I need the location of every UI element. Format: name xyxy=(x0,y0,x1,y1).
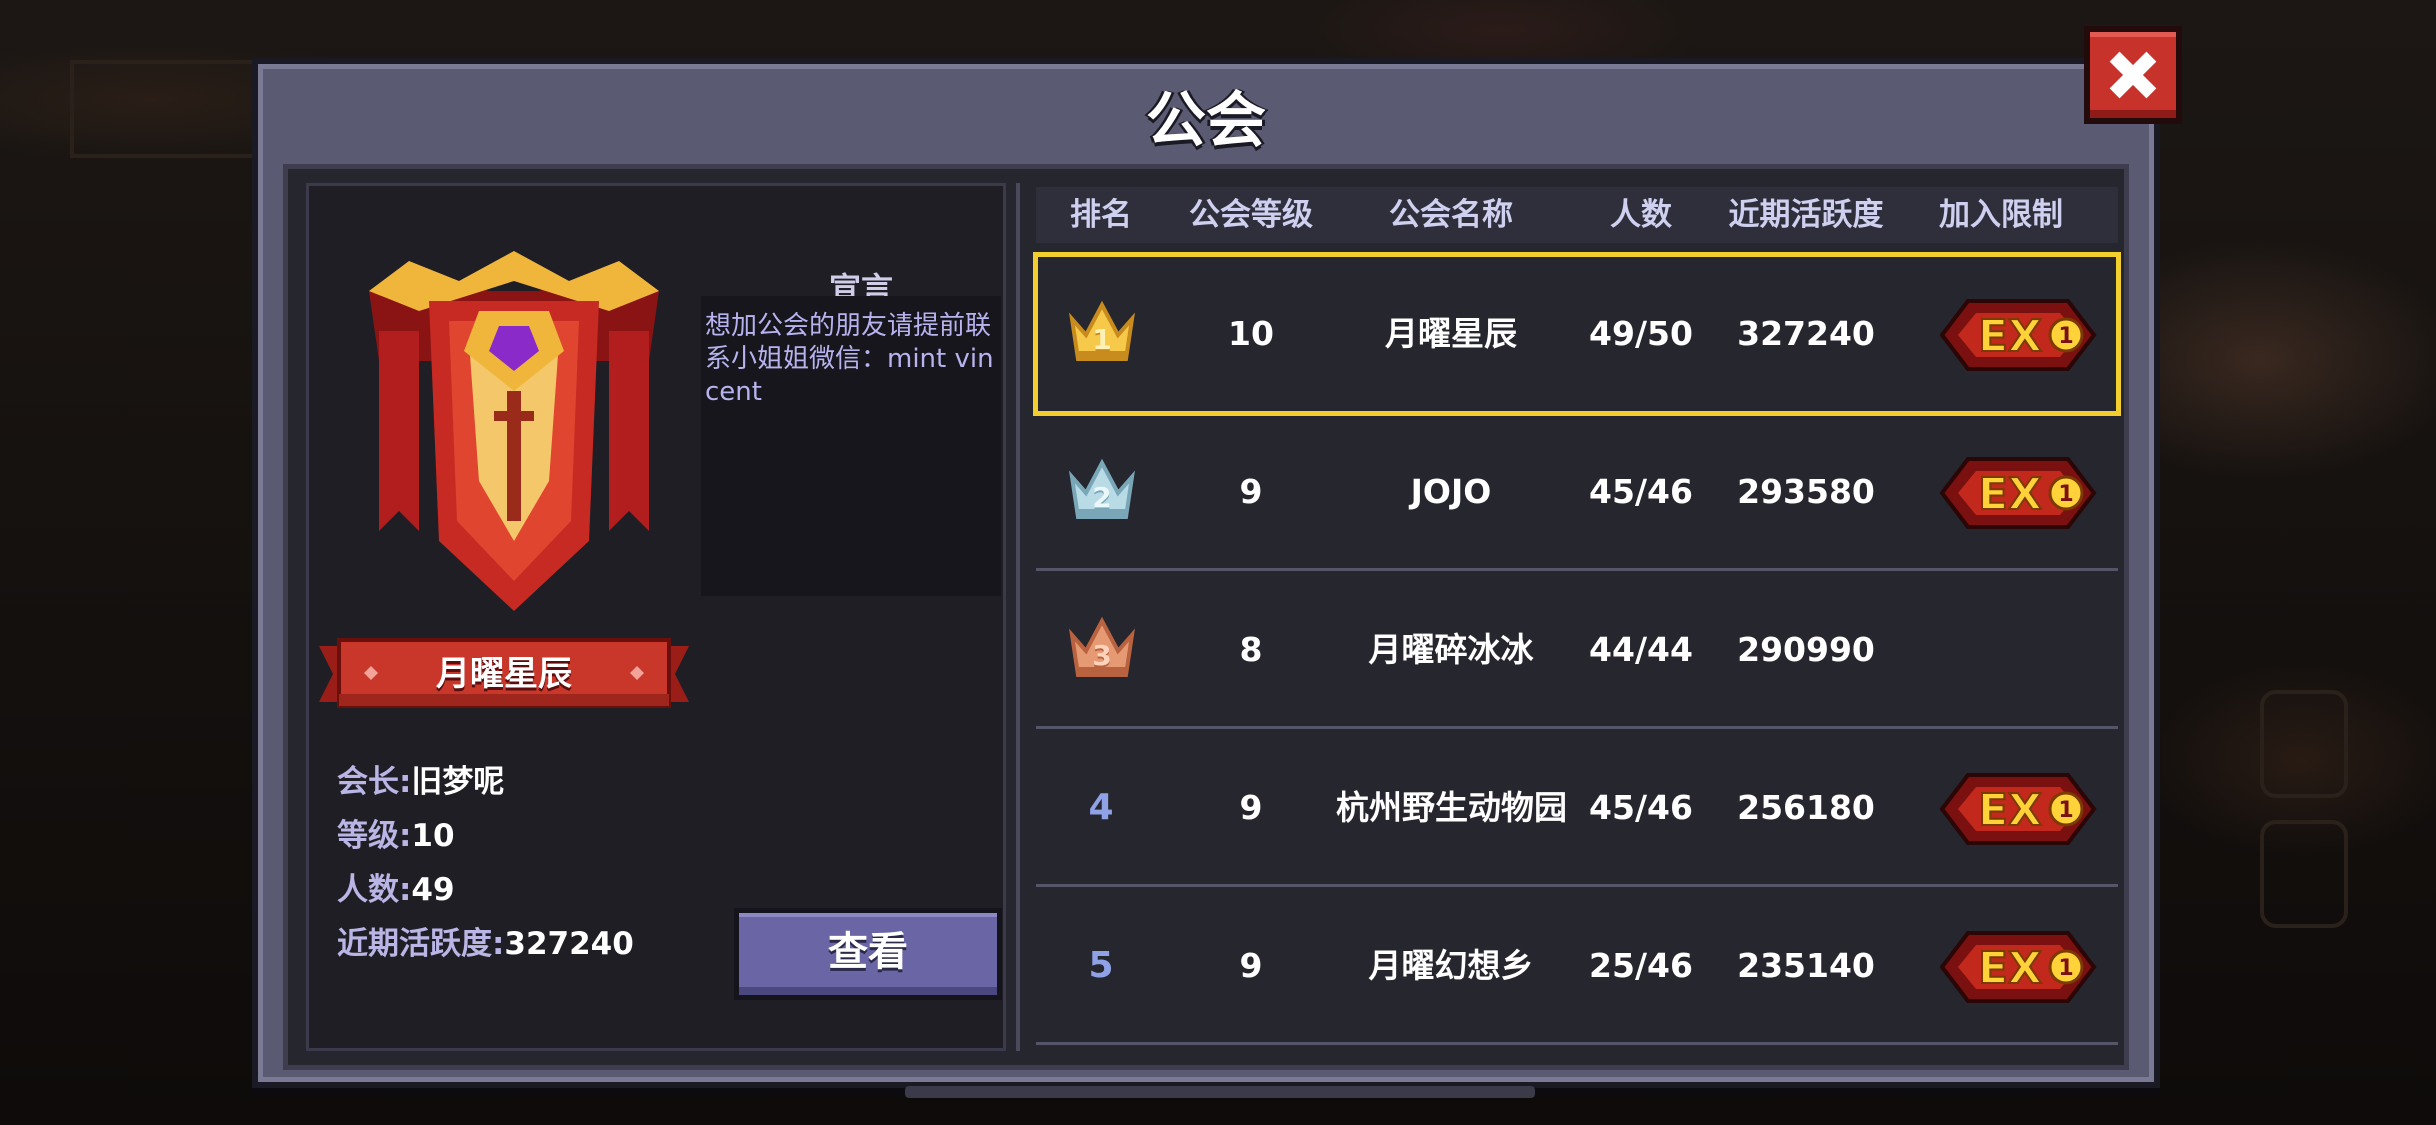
guild-members-cell: 49/50 xyxy=(1589,314,1693,353)
background-barrel xyxy=(2260,690,2348,798)
table-header: 排名 公会等级 公会名称 人数 近期活跃度 加入限制 xyxy=(1036,187,2118,243)
guild-name-cell: 杭州野生动物园 xyxy=(1336,788,1567,827)
close-button[interactable] xyxy=(2084,26,2182,124)
leader-row: 会长:旧梦呢 xyxy=(337,756,504,801)
guild-members-cell: 44/44 xyxy=(1589,630,1693,669)
guild-level-cell: 9 xyxy=(1239,946,1263,985)
activity-label: 近期活跃度: xyxy=(337,926,505,962)
guild-activity-cell: 235140 xyxy=(1737,946,1875,985)
level-value: 10 xyxy=(411,818,455,854)
guild-name-cell: JOJO xyxy=(1410,472,1492,511)
rank-number: 2 xyxy=(1092,481,1112,514)
svg-text:EX: EX xyxy=(1978,469,2042,520)
ex-limit-icon: EX 1 xyxy=(1939,299,2097,371)
view-button[interactable]: 查看 xyxy=(734,908,1002,1000)
guild-activity-cell: 293580 xyxy=(1737,472,1875,511)
header-rank: 排名 xyxy=(1070,197,1132,233)
guild-activity-cell: 327240 xyxy=(1737,314,1875,353)
row-separator xyxy=(1036,1042,2118,1045)
background-barrel xyxy=(2260,820,2348,928)
panel-divider xyxy=(1016,183,1020,1051)
table-row[interactable]: 4 9 杭州野生动物园 45/46 256180 EX 1 xyxy=(1036,729,2118,887)
rank-number: 1 xyxy=(1092,323,1112,356)
guild-name-cell: 月曜幻想乡 xyxy=(1368,946,1534,985)
members-value: 49 xyxy=(411,872,455,908)
header-level: 公会等级 xyxy=(1189,197,1313,233)
members-label: 人数: xyxy=(337,872,412,908)
leader-value: 旧梦呢 xyxy=(411,764,505,800)
guild-activity-cell: 256180 xyxy=(1737,788,1875,827)
rank-number: 4 xyxy=(1088,787,1114,828)
guild-activity-cell: 290990 xyxy=(1737,630,1875,669)
ex-limit-icon: EX 1 xyxy=(1939,457,2097,529)
guild-name: 月曜星辰 xyxy=(436,654,572,694)
guild-name-cell: 月曜碎冰冰 xyxy=(1368,630,1534,669)
svg-text:1: 1 xyxy=(2058,482,2073,507)
guild-level-cell: 8 xyxy=(1239,630,1263,669)
table-row[interactable]: 2 9 JOJO 45/46 293580 EX 1 xyxy=(1036,413,2118,571)
level-row: 等级:10 xyxy=(337,810,455,855)
rank-number: 3 xyxy=(1092,639,1112,672)
guild-level-cell: 9 xyxy=(1239,788,1263,827)
guild-name-cell: 月曜星辰 xyxy=(1385,314,1517,353)
table-row[interactable]: 1 10 月曜星辰 49/50 327240 EX 1 xyxy=(1033,252,2121,416)
guild-nameplate-frame: 月曜星辰 xyxy=(319,636,689,712)
members-row: 人数:49 xyxy=(337,864,455,909)
close-icon xyxy=(2109,51,2157,99)
guild-emblem-icon xyxy=(369,251,659,611)
rank-number: 5 xyxy=(1088,945,1114,986)
dialog-title: 公会 xyxy=(1146,86,1266,156)
ex-limit-icon: EX 1 xyxy=(1939,773,2097,845)
level-label: 等级: xyxy=(337,818,412,854)
activity-row: 近期活跃度:327240 xyxy=(337,918,634,963)
header-name: 公会名称 xyxy=(1389,197,1513,233)
guild-members-cell: 45/46 xyxy=(1589,788,1693,827)
dialog-content: 月曜星辰 会长:旧梦呢 等级:10 人数:49 近期活跃度:327240 宣言 … xyxy=(283,164,2129,1070)
svg-text:EX: EX xyxy=(1978,311,2042,362)
scroll-indicator[interactable] xyxy=(905,1086,1535,1098)
header-members: 人数 xyxy=(1610,197,1672,233)
guild-info-panel: 月曜星辰 会长:旧梦呢 等级:10 人数:49 近期活跃度:327240 宣言 … xyxy=(306,183,1006,1051)
ex-limit-icon: EX 1 xyxy=(1939,931,2097,1003)
leader-label: 会长: xyxy=(337,764,412,800)
svg-text:EX: EX xyxy=(1978,943,2042,994)
guild-members-cell: 45/46 xyxy=(1589,472,1693,511)
svg-text:1: 1 xyxy=(2058,956,2073,981)
table-row[interactable]: 5 9 月曜幻想乡 25/46 235140 EX 1 xyxy=(1036,887,2118,1045)
declaration-text: 想加公会的朋友请提前联系小姐姐微信：mint vincent xyxy=(701,296,1001,596)
svg-text:1: 1 xyxy=(2058,798,2073,823)
svg-text:EX: EX xyxy=(1978,785,2042,836)
guild-members-cell: 25/46 xyxy=(1589,946,1693,985)
header-activity: 近期活跃度 xyxy=(1728,197,1884,233)
guild-level-cell: 9 xyxy=(1239,472,1263,511)
header-limit: 加入限制 xyxy=(1939,197,2063,233)
guild-level-cell: 10 xyxy=(1228,314,1274,353)
svg-text:1: 1 xyxy=(2058,324,2073,349)
table-row[interactable]: 3 8 月曜碎冰冰 44/44 290990 xyxy=(1036,571,2118,729)
activity-value: 327240 xyxy=(504,926,634,962)
guild-dialog: 公会 月曜星辰 会长:旧梦呢 等级:10 人数:49 近期活跃度:327240 … xyxy=(252,58,2160,1088)
